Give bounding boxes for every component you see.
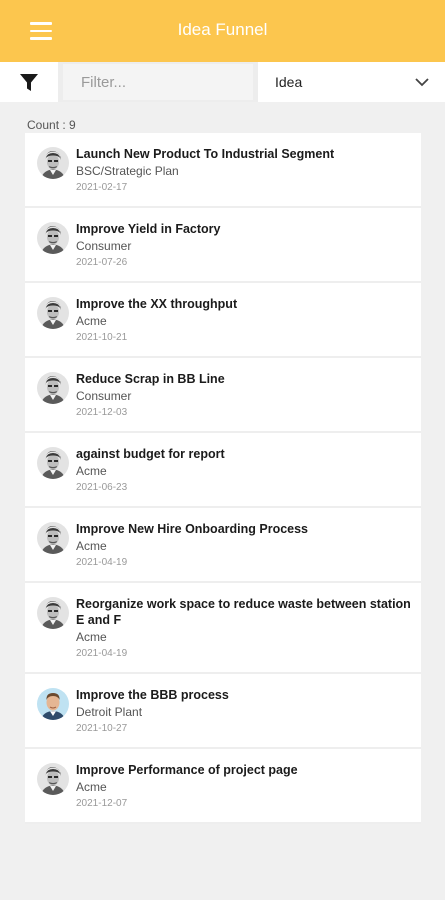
- item-subtitle: Consumer: [76, 239, 132, 253]
- funnel-icon: [20, 74, 38, 91]
- chevron-down-icon: [415, 78, 429, 87]
- list-item[interactable]: Reduce Scrap in BB Line Consumer 2021-12-0…: [25, 358, 421, 433]
- item-subtitle: Detroit Plant: [76, 705, 143, 719]
- item-subtitle: Acme: [76, 314, 107, 328]
- item-date: 2021-04-19: [76, 557, 128, 568]
- item-subtitle: Acme: [76, 464, 107, 478]
- avatar: [37, 372, 69, 404]
- list-item[interactable]: Improve New Hire Onboarding Process Acme 2…: [25, 508, 421, 583]
- count-label: Count : 9: [27, 118, 76, 132]
- avatar: [37, 522, 69, 554]
- item-date: 2021-07-26: [76, 257, 128, 268]
- item-title: Improve Performance of project page: [76, 763, 298, 777]
- type-select-value: Idea: [275, 74, 303, 90]
- item-subtitle: Acme: [76, 630, 107, 644]
- avatar: [37, 147, 69, 179]
- item-title: Reduce Scrap in BB Line: [76, 372, 225, 386]
- list-item[interactable]: against budget for report Acme 2021-06-23: [25, 433, 421, 508]
- item-date: 2021-10-21: [76, 332, 128, 343]
- filter-bar: Idea: [0, 62, 445, 102]
- page-title: Idea Funnel: [177, 20, 268, 39]
- item-title: Improve the BBB process: [76, 688, 229, 702]
- list-item[interactable]: Improve the BBB process Detroit Plant 2021…: [25, 674, 421, 749]
- list-item[interactable]: Improve Performance of project page Acme 2…: [25, 749, 421, 824]
- app-bar: Idea Funnel: [0, 0, 445, 62]
- item-date: 2021-10-27: [76, 723, 128, 734]
- item-date: 2021-06-23: [76, 482, 128, 493]
- item-title: Improve Yield in Factory: [76, 222, 221, 236]
- item-date: 2021-12-03: [76, 407, 128, 418]
- filter-input[interactable]: [63, 64, 253, 100]
- item-title: Reorganize work space to reduce waste be…: [76, 597, 411, 627]
- item-subtitle: BSC/Strategic Plan: [76, 164, 179, 178]
- avatar: [37, 597, 69, 629]
- avatar: [37, 688, 69, 720]
- item-title: Improve New Hire Onboarding Process: [76, 522, 309, 536]
- list-item[interactable]: Improve Yield in Factory Consumer 2021-07-…: [25, 208, 421, 283]
- item-subtitle: Acme: [76, 780, 107, 794]
- avatar: [37, 297, 69, 329]
- filter-button[interactable]: [0, 62, 58, 102]
- item-date: 2021-12-07: [76, 798, 128, 809]
- list-item[interactable]: Reorganize work space to reduce waste be…: [25, 583, 421, 674]
- avatar: [37, 763, 69, 795]
- item-title: against budget for report: [76, 447, 225, 461]
- item-date: 2021-04-19: [76, 648, 128, 659]
- item-subtitle: Consumer: [76, 389, 132, 403]
- type-select[interactable]: Idea: [258, 62, 445, 102]
- item-date: 2021-02-17: [76, 182, 128, 193]
- item-title: Improve the XX throughput: [76, 297, 238, 311]
- avatar: [37, 222, 69, 254]
- list-item[interactable]: Improve the XX throughput Acme 2021-10-21: [25, 283, 421, 358]
- item-title: Launch New Product To Industrial Segment: [76, 147, 335, 161]
- list-item[interactable]: Launch New Product To Industrial Segment…: [25, 133, 421, 208]
- item-subtitle: Acme: [76, 539, 107, 553]
- avatar: [37, 447, 69, 479]
- idea-list: Launch New Product To Industrial Segment…: [25, 133, 421, 824]
